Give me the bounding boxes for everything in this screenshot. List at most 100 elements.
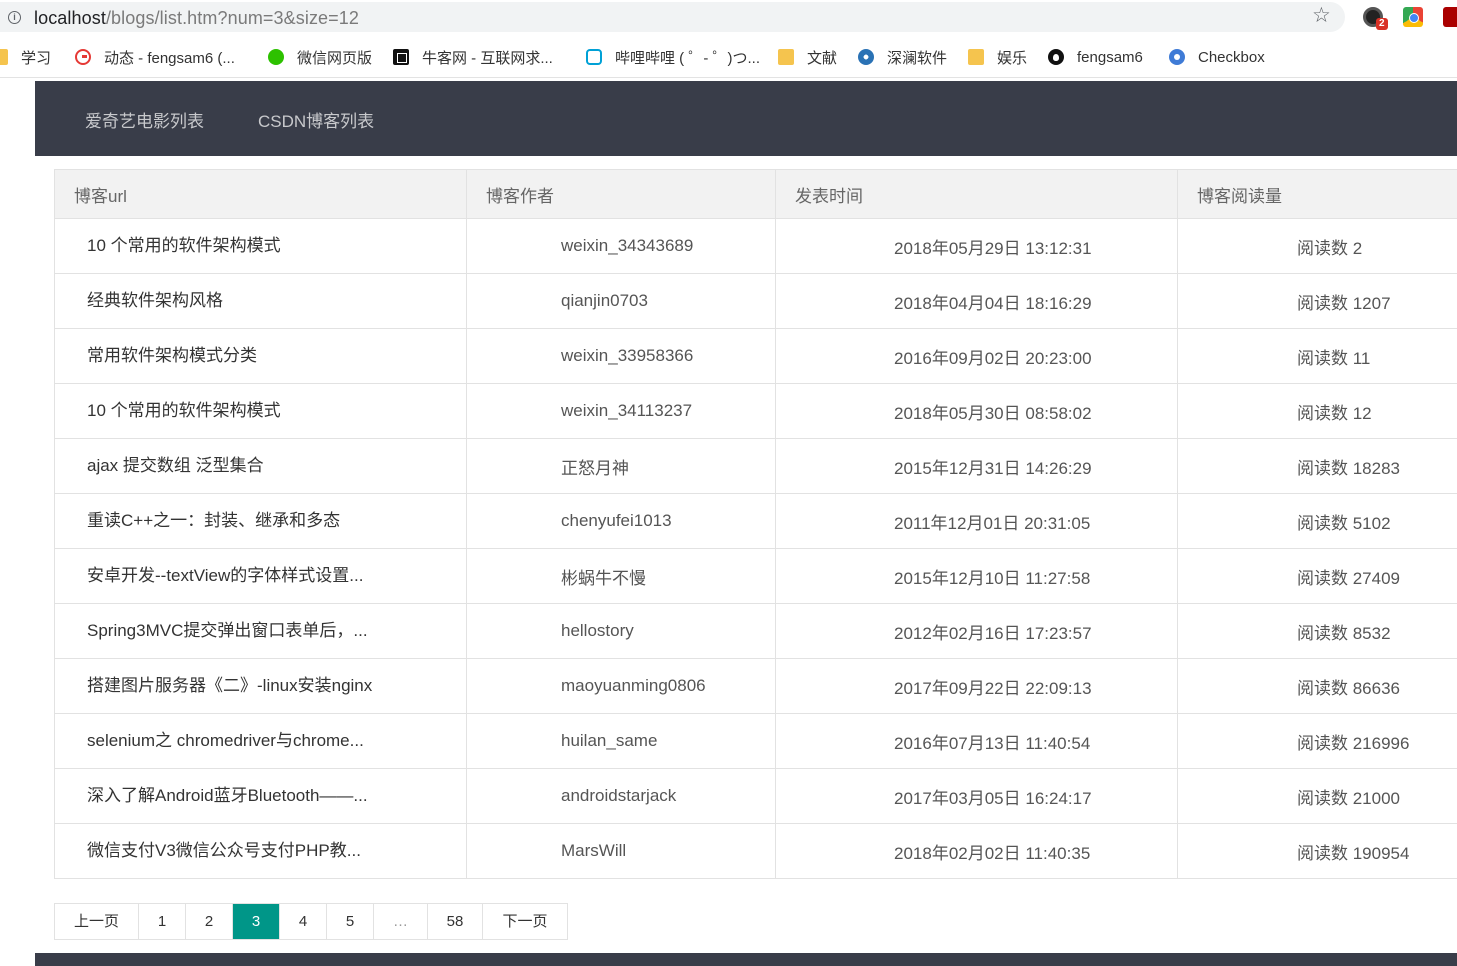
bookmark-star-icon[interactable]: ☆ <box>1312 4 1331 28</box>
header-blog-author: 博客作者 <box>466 169 776 219</box>
table-row: 搭建图片服务器《二》-linux安装nginx maoyuanming0806 20… <box>54 658 1457 714</box>
bookmark-gitee[interactable]: 动态 - fengsam6 (... <box>75 47 235 67</box>
cell-read-count: 阅读数 11 <box>1177 328 1457 384</box>
cell-author: MarsWill <box>466 823 776 879</box>
nowcoder-icon <box>393 49 409 65</box>
cell-read-count: 阅读数 27409 <box>1177 548 1457 604</box>
bookmark-bilibili[interactable]: 哔哩哔哩 ( ゜- ゜)つ... <box>586 47 760 67</box>
table-row: 安卓开发--textView的字体样式设置... 彬蜗牛不慢 2015年12月10日… <box>54 548 1457 604</box>
blog-title-link[interactable]: ajax 提交数组 泛型集合 <box>87 456 264 475</box>
nav-csdn-blogs[interactable]: CSDN博客列表 <box>258 107 374 132</box>
cell-blog-title: Spring3MVC提交弹出窗口表单后，... <box>54 603 467 659</box>
cell-author: 正怒月神 <box>466 438 776 494</box>
blog-title-link[interactable]: 深入了解Android蓝牙Bluetooth——... <box>87 786 368 805</box>
ublock-icon[interactable] <box>1443 7 1457 27</box>
bookmark-label: 哔哩哔哩 ( ゜- ゜)つ... <box>615 49 760 67</box>
bookmark-label: 文献 <box>807 49 838 67</box>
cell-blog-title: 重读C++之一：封装、继承和多态 <box>54 493 467 549</box>
blog-title-link[interactable]: 微信支付V3微信公众号支付PHP教... <box>87 841 361 860</box>
table-header-row: 博客url 博客作者 发表时间 博客阅读量 <box>54 169 1457 219</box>
bookmark-nowcoder[interactable]: 牛客网 - 互联网求... <box>393 47 553 67</box>
table-row: Spring3MVC提交弹出窗口表单后，... hellostory 2012年02… <box>54 603 1457 659</box>
gitee-icon <box>75 49 91 65</box>
browser-address-bar: i localhost/blogs/list.htm?num=3&size=12… <box>0 0 1457 36</box>
cell-publish-time: 2016年07月13日 11:40:54 <box>775 713 1178 769</box>
blog-title-link[interactable]: selenium之 chromedriver与chrome... <box>87 731 364 750</box>
cell-read-count: 阅读数 18283 <box>1177 438 1457 494</box>
checkbox-icon <box>1169 49 1185 65</box>
cell-blog-title: 深入了解Android蓝牙Bluetooth——... <box>54 768 467 824</box>
blog-title-link[interactable]: 常用软件架构模式分类 <box>87 346 257 365</box>
site-info-icon[interactable]: i <box>8 11 21 24</box>
cell-blog-title: 搭建图片服务器《二》-linux安装nginx <box>54 658 467 714</box>
blog-title-link[interactable]: 搭建图片服务器《二》-linux安装nginx <box>87 676 372 695</box>
cell-publish-time: 2017年03月05日 16:24:17 <box>775 768 1178 824</box>
blog-title-link[interactable]: 安卓开发--textView的字体样式设置... <box>87 566 363 585</box>
next-page-button[interactable]: 下一页 <box>483 904 567 939</box>
cell-author: maoyuanming0806 <box>466 658 776 714</box>
table-row: ajax 提交数组 泛型集合 正怒月神 2015年12月31日 14:26:29 阅读… <box>54 438 1457 494</box>
bookmark-github[interactable]: fengsam6 <box>1048 47 1143 67</box>
bookmark-wechat[interactable]: 微信网页版 <box>268 47 372 67</box>
cell-author: 彬蜗牛不慢 <box>466 548 776 604</box>
cell-publish-time: 2012年02月16日 17:23:57 <box>775 603 1178 659</box>
github-icon <box>1048 49 1064 65</box>
prev-page-button[interactable]: 上一页 <box>55 904 139 939</box>
blog-title-link[interactable]: 重读C++之一：封装、继承和多态 <box>87 511 340 530</box>
url-path: /blogs/list.htm?num=3&size=12 <box>105 8 359 28</box>
bookmark-entertainment[interactable]: 娱乐 <box>968 47 1027 67</box>
chrome-extension-icon[interactable] <box>1403 7 1423 27</box>
blog-title-link[interactable]: 10 个常用的软件架构模式 <box>87 236 281 255</box>
cell-publish-time: 2018年02月02日 11:40:35 <box>775 823 1178 879</box>
url-text[interactable]: localhost/blogs/list.htm?num=3&size=12 <box>34 8 359 29</box>
cell-blog-title: 微信支付V3微信公众号支付PHP教... <box>54 823 467 879</box>
extension-icon[interactable]: 2 <box>1363 7 1388 30</box>
bilibili-icon <box>586 49 602 65</box>
blog-title-link[interactable]: 10 个常用的软件架构模式 <box>87 401 281 420</box>
table-body: 10 个常用的软件架构模式 weixin_34343689 2018年05月29日 … <box>54 218 1457 879</box>
bookmarks-bar: 学习 动态 - fengsam6 (... 微信网页版 牛客网 - 互联网求..… <box>0 36 1457 78</box>
cell-blog-title: ajax 提交数组 泛型集合 <box>54 438 467 494</box>
cell-blog-title: 10 个常用的软件架构模式 <box>54 218 467 274</box>
header-blog-url: 博客url <box>54 169 467 219</box>
extension-badge: 2 <box>1376 18 1388 30</box>
cell-read-count: 阅读数 2 <box>1177 218 1457 274</box>
cell-read-count: 阅读数 86636 <box>1177 658 1457 714</box>
cell-blog-title: 安卓开发--textView的字体样式设置... <box>54 548 467 604</box>
bookmark-checkbox[interactable]: Checkbox <box>1169 47 1265 67</box>
cell-author: weixin_33958366 <box>466 328 776 384</box>
blog-title-link[interactable]: Spring3MVC提交弹出窗口表单后，... <box>87 621 368 640</box>
table-row: selenium之 chromedriver与chrome... huilan_s… <box>54 713 1457 769</box>
bookmark-label: 动态 - fengsam6 (... <box>104 49 235 67</box>
cell-blog-title: 经典软件架构风格 <box>54 273 467 329</box>
bookmark-label: 微信网页版 <box>297 49 373 67</box>
folder-icon <box>0 49 8 65</box>
page-button-2[interactable]: 2 <box>186 904 233 939</box>
omnibox[interactable]: i localhost/blogs/list.htm?num=3&size=12 <box>0 2 1345 32</box>
nav-iqiyi-movies[interactable]: 爱奇艺电影列表 <box>85 107 204 132</box>
srun-icon <box>858 49 874 65</box>
page-button-58[interactable]: 58 <box>428 904 483 939</box>
page-button-1[interactable]: 1 <box>139 904 186 939</box>
cell-blog-title: selenium之 chromedriver与chrome... <box>54 713 467 769</box>
cell-author: qianjin0703 <box>466 273 776 329</box>
bookmark-srun[interactable]: 深澜软件 <box>858 47 947 67</box>
table-row: 10 个常用的软件架构模式 weixin_34113237 2018年05月30日 … <box>54 383 1457 439</box>
cell-publish-time: 2015年12月10日 11:27:58 <box>775 548 1178 604</box>
cell-read-count: 阅读数 5102 <box>1177 493 1457 549</box>
blog-title-link[interactable]: 经典软件架构风格 <box>87 291 223 310</box>
table-row: 深入了解Android蓝牙Bluetooth——... androidstarja… <box>54 768 1457 824</box>
cell-author: hellostory <box>466 603 776 659</box>
cell-read-count: 阅读数 12 <box>1177 383 1457 439</box>
folder-icon <box>968 49 984 65</box>
page-button-4[interactable]: 4 <box>280 904 327 939</box>
folder-icon <box>778 49 794 65</box>
bookmark-study[interactable]: 学习 <box>0 47 51 67</box>
header-read-count: 博客阅读量 <box>1177 169 1457 219</box>
url-host: localhost <box>34 8 106 28</box>
bookmark-literature[interactable]: 文献 <box>778 47 837 67</box>
cell-author: weixin_34113237 <box>466 383 776 439</box>
page-button-5[interactable]: 5 <box>327 904 374 939</box>
cell-blog-title: 10 个常用的软件架构模式 <box>54 383 467 439</box>
page-button-3[interactable]: 3 <box>233 904 280 939</box>
